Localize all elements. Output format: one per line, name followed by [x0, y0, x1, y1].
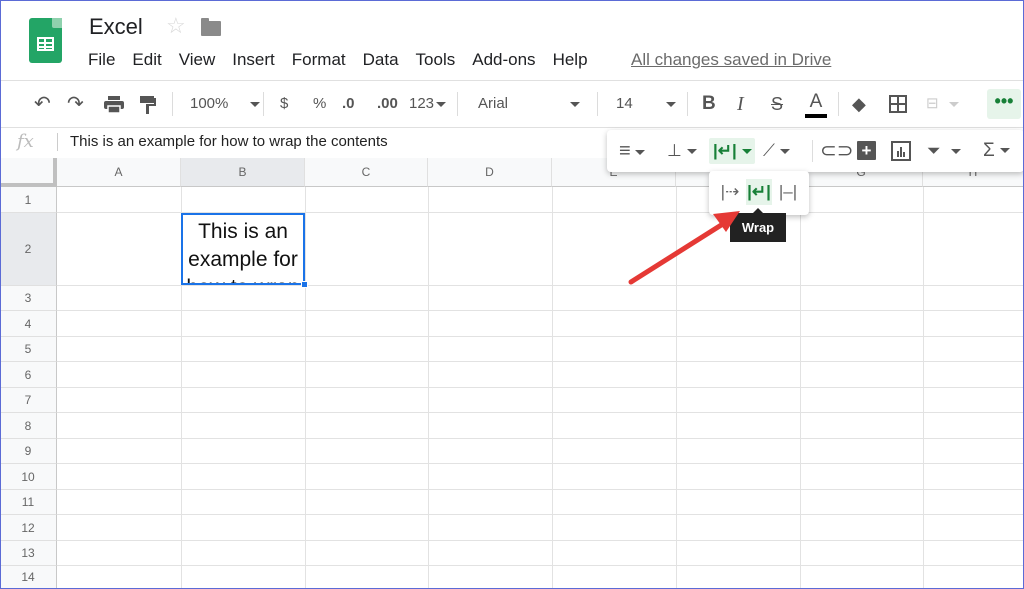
arrow-shaft	[628, 219, 729, 285]
annotation-arrow	[628, 211, 740, 285]
